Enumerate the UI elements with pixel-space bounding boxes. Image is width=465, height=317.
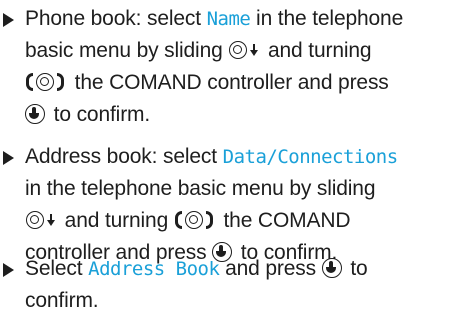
step-body: Phone book: select Name in the telephone… xyxy=(25,3,465,131)
step-text: the COMAND xyxy=(217,209,351,232)
step-line: Phone book: select Name in the telephone xyxy=(25,3,465,35)
step-line: the COMAND controller and press xyxy=(25,67,465,99)
step-line: in the telephone basic menu by sliding xyxy=(25,173,465,205)
step-text: in the telephone xyxy=(250,7,404,30)
controller-press-icon xyxy=(321,257,342,278)
step-address-book: Address book: select Data/Connections in… xyxy=(0,141,465,269)
step-body: Address book: select Data/Connections in… xyxy=(25,141,465,269)
step-text: to confirm. xyxy=(48,103,151,126)
step-text: and press xyxy=(219,257,316,280)
triangle-bullet-icon xyxy=(3,263,14,277)
step-line: Address book: select Data/Connections xyxy=(25,141,465,173)
controller-slide-down-icon xyxy=(26,210,44,229)
display-term-name: Name xyxy=(206,8,251,30)
step-line: confirm. xyxy=(25,285,465,317)
step-text: the COMAND controller and press xyxy=(69,71,389,94)
step-body: Select Address Book and press to confirm… xyxy=(25,253,465,317)
step-text: and turning xyxy=(59,209,169,232)
step-line: to confirm. xyxy=(25,99,465,131)
step-text: Address book: select xyxy=(25,145,223,168)
step-text: basic menu by sliding xyxy=(25,39,223,62)
controller-press-icon xyxy=(25,103,45,124)
step-phone-book: Phone book: select Name in the telephone… xyxy=(0,3,465,131)
step-text: Phone book: select xyxy=(25,7,207,30)
controller-turn-icon xyxy=(174,210,214,230)
step-text: and turning xyxy=(262,39,372,62)
controller-slide-down-icon xyxy=(229,40,248,59)
triangle-bullet-icon xyxy=(3,151,14,165)
step-line: Select Address Book and press to xyxy=(25,253,465,285)
triangle-bullet-icon xyxy=(3,13,14,27)
display-term-data-connections: Data/Connections xyxy=(222,146,399,168)
step-select-address-book: Select Address Book and press to confirm… xyxy=(0,253,465,317)
controller-turn-icon xyxy=(25,72,65,92)
step-text: confirm. xyxy=(25,289,99,312)
step-line: and turning the COMAND xyxy=(25,205,465,237)
step-text: in the telephone basic menu by sliding xyxy=(25,177,376,200)
display-term-address-book: Address Book xyxy=(88,258,220,280)
down-arrow-icon xyxy=(249,43,259,57)
step-text: Select xyxy=(25,257,89,280)
step-text: to xyxy=(344,257,368,280)
down-arrow-icon xyxy=(46,213,56,227)
instruction-list: Phone book: select Name in the telephone… xyxy=(0,0,465,315)
step-line: basic menu by sliding and turning xyxy=(25,35,465,67)
